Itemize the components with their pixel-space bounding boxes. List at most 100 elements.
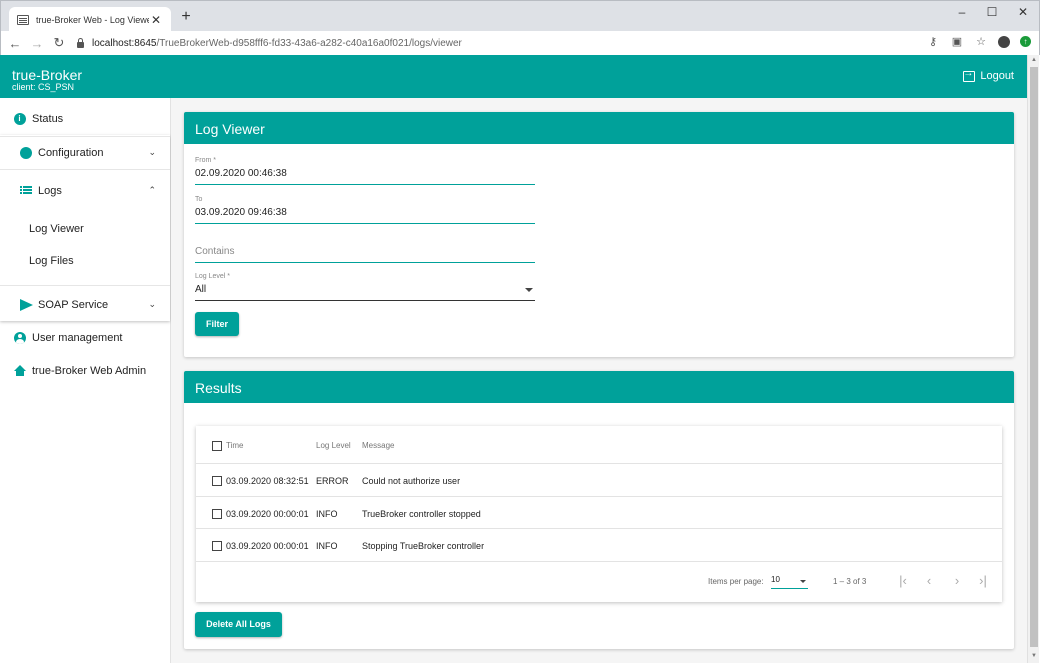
col-level-header[interactable]: Log Level xyxy=(316,441,351,450)
translate-icon[interactable]: ▣ xyxy=(950,35,964,48)
close-window-icon[interactable]: ✕ xyxy=(1013,5,1033,19)
reload-icon[interactable]: ↻ xyxy=(51,35,67,51)
address-bar[interactable]: localhost:8645/TrueBrokerWeb-d958fff6-fd… xyxy=(77,33,917,53)
log-viewer-card: Log Viewer From * 02.09.2020 00:46:38 To… xyxy=(184,112,1014,357)
page-size-select[interactable]: 10 xyxy=(771,575,808,589)
maximize-icon[interactable]: ☐ xyxy=(982,5,1002,19)
row-time: 03.09.2020 08:32:51 xyxy=(226,476,309,486)
results-table: Time Log Level Message 03.09.2020 08:32:… xyxy=(196,426,1002,602)
url-path: /TrueBrokerWeb-d958fff6-fd33-43a6-a282-c… xyxy=(156,37,462,49)
sidebar-item-user-management[interactable]: User management xyxy=(0,331,170,344)
results-card: Results Time Log Level Message 03.09.202… xyxy=(184,371,1014,649)
log-level-label: Log Level * xyxy=(195,273,231,280)
row-time: 03.09.2020 00:00:01 xyxy=(226,541,309,551)
log-level-field[interactable]: Log Level * All xyxy=(195,273,535,301)
row-message: Could not authorize user xyxy=(362,476,461,486)
first-page-icon[interactable]: |‹ xyxy=(896,573,910,588)
table-row[interactable]: 03.09.2020 00:00:01 INFO TrueBroker cont… xyxy=(196,497,1002,529)
log-viewer-title: Log Viewer xyxy=(184,112,1014,144)
dropdown-arrow-icon xyxy=(800,580,806,583)
chevron-down-icon: ⌄ xyxy=(148,299,156,309)
new-tab-icon[interactable]: + xyxy=(179,8,193,26)
list-icon xyxy=(19,186,32,195)
logout-icon xyxy=(963,68,976,82)
row-checkbox[interactable] xyxy=(212,509,222,519)
back-icon[interactable]: ← xyxy=(7,36,23,51)
items-per-page-label: Items per page: xyxy=(708,577,764,586)
contains-field[interactable]: Contains xyxy=(195,235,535,263)
row-message: Stopping TrueBroker controller xyxy=(362,541,485,551)
sidebar-item-label: Logs xyxy=(38,184,62,197)
select-all-checkbox[interactable] xyxy=(212,441,222,451)
account-icon xyxy=(13,331,26,344)
sidebar-item-soap-service[interactable]: SOAP Service ⌄ xyxy=(0,298,170,311)
previous-page-icon[interactable]: ‹ xyxy=(922,573,936,588)
gear-icon xyxy=(19,146,32,159)
extension-icon[interactable]: ↑ xyxy=(1020,36,1031,47)
close-tab-icon[interactable]: ✕ xyxy=(149,13,163,27)
home-icon xyxy=(13,365,26,376)
sidebar-item-configuration[interactable]: Configuration ⌄ xyxy=(0,146,170,159)
log-level-select[interactable]: All xyxy=(195,282,535,301)
sidebar: i Status Configuration ⌄ Logs ⌃ Log View… xyxy=(0,98,171,663)
results-title: Results xyxy=(184,371,1014,403)
forward-icon[interactable]: → xyxy=(29,36,45,51)
table-row[interactable]: 03.09.2020 00:00:01 INFO Stopping TrueBr… xyxy=(196,529,1002,562)
brand-title: true-Broker xyxy=(12,67,83,83)
sidebar-item-label: Status xyxy=(32,112,64,125)
main-content: Log Viewer From * 02.09.2020 00:46:38 To… xyxy=(171,98,1027,663)
client-label: client: CS_PSN xyxy=(12,82,75,92)
sidebar-item-web-admin[interactable]: true-Broker Web Admin xyxy=(0,364,170,377)
dropdown-arrow-icon xyxy=(525,288,533,292)
send-icon xyxy=(20,298,33,311)
browser-toolbar: ← → ↻ localhost:8645/TrueBrokerWeb-d958f… xyxy=(0,31,1040,55)
paginator: Items per page: 10 1 – 3 of 3 |‹ ‹ › ›| xyxy=(196,562,1002,602)
sidebar-item-log-files[interactable]: Log Files xyxy=(29,255,74,267)
last-page-icon[interactable]: ›| xyxy=(976,573,990,588)
to-field[interactable]: To 03.09.2020 09:46:38 xyxy=(195,196,535,224)
sidebar-item-label: Configuration xyxy=(38,146,104,159)
from-input[interactable]: 02.09.2020 00:46:38 xyxy=(195,166,535,185)
to-input[interactable]: 03.09.2020 09:46:38 xyxy=(195,205,535,224)
page-range-label: 1 – 3 of 3 xyxy=(833,577,867,586)
scrollbar-thumb[interactable] xyxy=(1030,67,1038,647)
from-field[interactable]: From * 02.09.2020 00:46:38 xyxy=(195,157,535,185)
contains-input[interactable]: Contains xyxy=(195,244,535,263)
row-message: TrueBroker controller stopped xyxy=(362,509,481,519)
minimize-icon[interactable]: – xyxy=(952,5,972,19)
browser-titlebar: true-Broker Web - Log Viewer ✕ + – ☐ ✕ xyxy=(0,0,1040,32)
row-time: 03.09.2020 00:00:01 xyxy=(226,509,309,519)
favicon-icon xyxy=(17,14,29,25)
profile-icon[interactable] xyxy=(998,35,1010,48)
row-level: INFO xyxy=(316,509,338,519)
row-checkbox[interactable] xyxy=(212,476,222,486)
browser-tab[interactable]: true-Broker Web - Log Viewer ✕ xyxy=(9,7,171,32)
col-message-header[interactable]: Message xyxy=(362,441,394,450)
vertical-scrollbar[interactable]: ▲ ▼ xyxy=(1027,55,1039,663)
next-page-icon[interactable]: › xyxy=(950,573,964,588)
chevron-up-icon: ⌃ xyxy=(148,185,156,195)
app-header: true-Broker client: CS_PSN Logout xyxy=(0,55,1027,98)
row-level: INFO xyxy=(316,541,338,551)
scroll-down-icon[interactable]: ▼ xyxy=(1030,653,1038,661)
scroll-up-icon[interactable]: ▲ xyxy=(1030,57,1038,65)
lock-icon xyxy=(77,37,84,48)
sidebar-item-status[interactable]: i Status xyxy=(0,112,170,125)
row-checkbox[interactable] xyxy=(212,541,222,551)
sidebar-item-log-viewer[interactable]: Log Viewer xyxy=(29,223,84,235)
log-level-value: All xyxy=(195,284,207,295)
key-icon[interactable]: ⚷ xyxy=(926,35,940,48)
bookmark-star-icon[interactable]: ☆ xyxy=(974,35,988,48)
table-row[interactable]: 03.09.2020 08:32:51 ERROR Could not auth… xyxy=(196,464,1002,497)
logout-button[interactable]: Logout xyxy=(963,68,1014,82)
from-label: From * xyxy=(195,157,216,164)
delete-all-logs-button[interactable]: Delete All Logs xyxy=(195,612,282,637)
page-size-value: 10 xyxy=(771,575,780,584)
table-header-row: Time Log Level Message xyxy=(196,426,1002,464)
sidebar-item-logs[interactable]: Logs ⌃ xyxy=(0,184,170,197)
row-level: ERROR xyxy=(316,476,349,486)
filter-button[interactable]: Filter xyxy=(195,312,239,336)
sidebar-item-label: User management xyxy=(32,331,123,344)
col-time-header[interactable]: Time xyxy=(226,441,243,450)
sidebar-item-label: true-Broker Web Admin xyxy=(32,364,147,377)
